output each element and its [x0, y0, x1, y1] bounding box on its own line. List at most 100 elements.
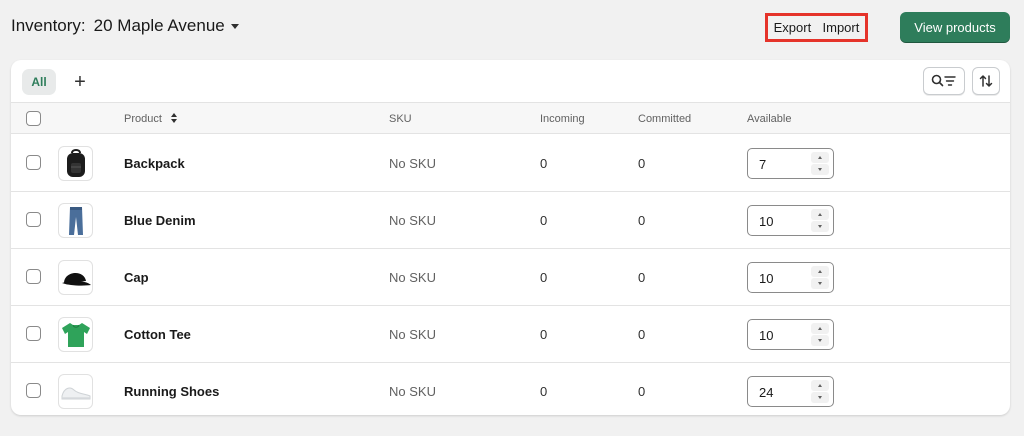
tshirt-image [61, 322, 90, 347]
product-name[interactable]: Cotton Tee [124, 327, 191, 342]
product-sku: No SKU [389, 213, 436, 228]
committed-value: 0 [638, 156, 646, 171]
cap-icon[interactable] [58, 260, 93, 295]
available-input[interactable]: 7 [747, 148, 834, 179]
table-row: Blue Denim No SKU 0 0 10 [11, 192, 1010, 249]
shoe-image [61, 387, 90, 399]
column-product-label: Product [124, 113, 162, 125]
export-button[interactable]: Export [774, 20, 812, 35]
decrement-button[interactable] [811, 335, 829, 346]
chevron-down-icon [818, 282, 822, 285]
column-committed: Committed [638, 113, 692, 125]
product-sku: No SKU [389, 384, 436, 399]
incoming-value: 0 [540, 327, 548, 342]
increment-button[interactable] [811, 266, 829, 277]
select-all-checkbox[interactable] [26, 111, 41, 126]
quantity-stepper [811, 152, 829, 175]
available-input[interactable]: 10 [747, 205, 834, 236]
jeans-icon[interactable] [58, 203, 93, 238]
jeans-image [68, 206, 83, 235]
increment-button[interactable] [811, 380, 829, 391]
chevron-down-icon [818, 168, 822, 171]
committed-value: 0 [638, 327, 646, 342]
committed-value: 0 [638, 384, 646, 399]
quantity-stepper [811, 266, 829, 289]
column-available: Available [747, 113, 792, 125]
product-name[interactable]: Blue Denim [124, 213, 196, 228]
increment-button[interactable] [811, 209, 829, 220]
sort-icon [170, 113, 178, 124]
decrement-button[interactable] [811, 278, 829, 289]
chevron-up-icon [818, 270, 822, 273]
incoming-value: 0 [540, 384, 548, 399]
tab-all[interactable]: All [22, 69, 56, 95]
product-sku: No SKU [389, 327, 436, 342]
incoming-value: 0 [540, 270, 548, 285]
sort-button[interactable] [972, 67, 1000, 95]
chevron-up-icon [818, 213, 822, 216]
backpack-image [66, 148, 85, 177]
row-checkbox[interactable] [26, 269, 41, 284]
available-input[interactable]: 24 [747, 376, 834, 407]
export-import-group: Export Import [765, 13, 868, 42]
caret-down-icon [230, 23, 239, 29]
view-products-button[interactable]: View products [900, 12, 1010, 43]
available-value: 10 [759, 214, 774, 229]
product-name[interactable]: Cap [124, 270, 149, 285]
shoe-icon[interactable] [58, 374, 93, 409]
row-checkbox[interactable] [26, 326, 41, 341]
row-checkbox[interactable] [26, 383, 41, 398]
chevron-up-icon [818, 384, 822, 387]
column-sku: SKU [389, 113, 412, 125]
chevron-down-icon [818, 339, 822, 342]
table-row: Running Shoes No SKU 0 0 24 [11, 363, 1010, 415]
committed-value: 0 [638, 270, 646, 285]
row-checkbox[interactable] [26, 155, 41, 170]
search-filter-icon [931, 74, 956, 87]
import-button[interactable]: Import [823, 20, 860, 35]
table-row: Backpack No SKU 0 0 7 [11, 135, 1010, 192]
available-value: 24 [759, 385, 774, 400]
page-title: Inventory: 20 Maple Avenue [11, 16, 239, 36]
search-filter-button[interactable] [923, 67, 965, 95]
column-product[interactable]: Product [124, 113, 178, 125]
incoming-value: 0 [540, 213, 548, 228]
row-checkbox[interactable] [26, 212, 41, 227]
product-sku: No SKU [389, 156, 436, 171]
chevron-up-icon [818, 156, 822, 159]
chevron-down-icon [818, 396, 822, 399]
quantity-stepper [811, 209, 829, 232]
available-value: 10 [759, 271, 774, 286]
available-input[interactable]: 10 [747, 319, 834, 350]
increment-button[interactable] [811, 152, 829, 163]
column-incoming: Incoming [540, 113, 585, 125]
committed-value: 0 [638, 213, 646, 228]
available-input[interactable]: 10 [747, 262, 834, 293]
chevron-down-icon [818, 225, 822, 228]
page-header: Inventory: 20 Maple Avenue Export Import… [11, 12, 1010, 44]
table-header: Product SKU Incoming Committed Available [11, 102, 1010, 134]
incoming-value: 0 [540, 156, 548, 171]
quantity-stepper [811, 323, 829, 346]
product-name[interactable]: Running Shoes [124, 384, 219, 399]
sort-arrows-icon [979, 75, 993, 87]
tshirt-icon[interactable] [58, 317, 93, 352]
available-value: 10 [759, 328, 774, 343]
available-value: 7 [759, 157, 767, 172]
decrement-button[interactable] [811, 164, 829, 175]
product-name[interactable]: Backpack [124, 156, 185, 171]
tab-bar: All + [11, 60, 1010, 102]
title-label: Inventory: [11, 16, 86, 35]
add-view-button[interactable]: + [67, 69, 93, 95]
decrement-button[interactable] [811, 392, 829, 403]
inventory-card: All + Product SKU Incoming Committed Ava… [11, 60, 1010, 415]
increment-button[interactable] [811, 323, 829, 334]
chevron-up-icon [818, 327, 822, 330]
location-selector[interactable]: 20 Maple Avenue [94, 16, 239, 36]
product-sku: No SKU [389, 270, 436, 285]
table-row: Cap No SKU 0 0 10 [11, 249, 1010, 306]
table-row: Cotton Tee No SKU 0 0 10 [11, 306, 1010, 363]
quantity-stepper [811, 380, 829, 403]
backpack-icon[interactable] [58, 146, 93, 181]
decrement-button[interactable] [811, 221, 829, 232]
